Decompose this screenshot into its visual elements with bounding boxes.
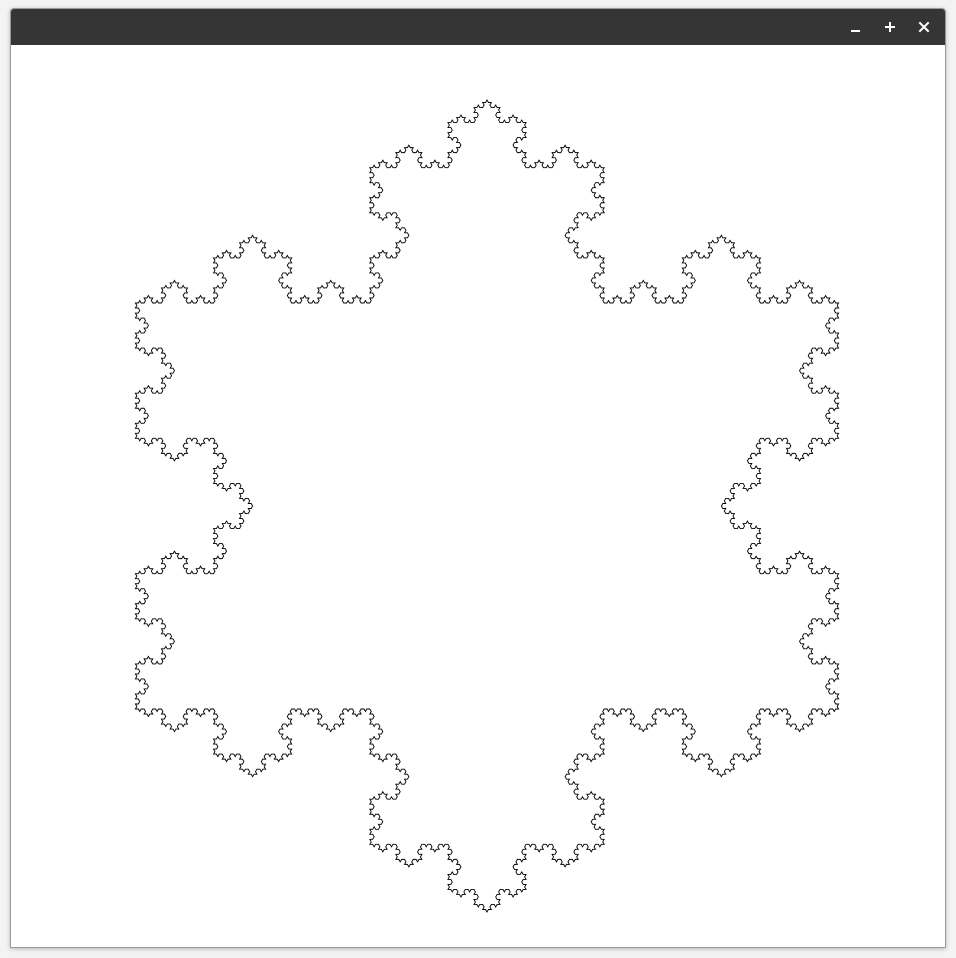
maximize-button[interactable]: [873, 12, 907, 42]
maximize-icon: [885, 22, 895, 32]
app-window: [10, 8, 946, 948]
close-icon: [918, 21, 930, 33]
drawing-canvas: [11, 45, 945, 947]
title-bar[interactable]: [11, 9, 945, 45]
koch-snowflake-drawing: [134, 99, 840, 913]
minimize-icon: [851, 30, 860, 32]
window-controls: [839, 12, 941, 42]
close-button[interactable]: [907, 12, 941, 42]
koch-snowflake-outline: [134, 99, 840, 913]
minimize-button[interactable]: [839, 12, 873, 42]
